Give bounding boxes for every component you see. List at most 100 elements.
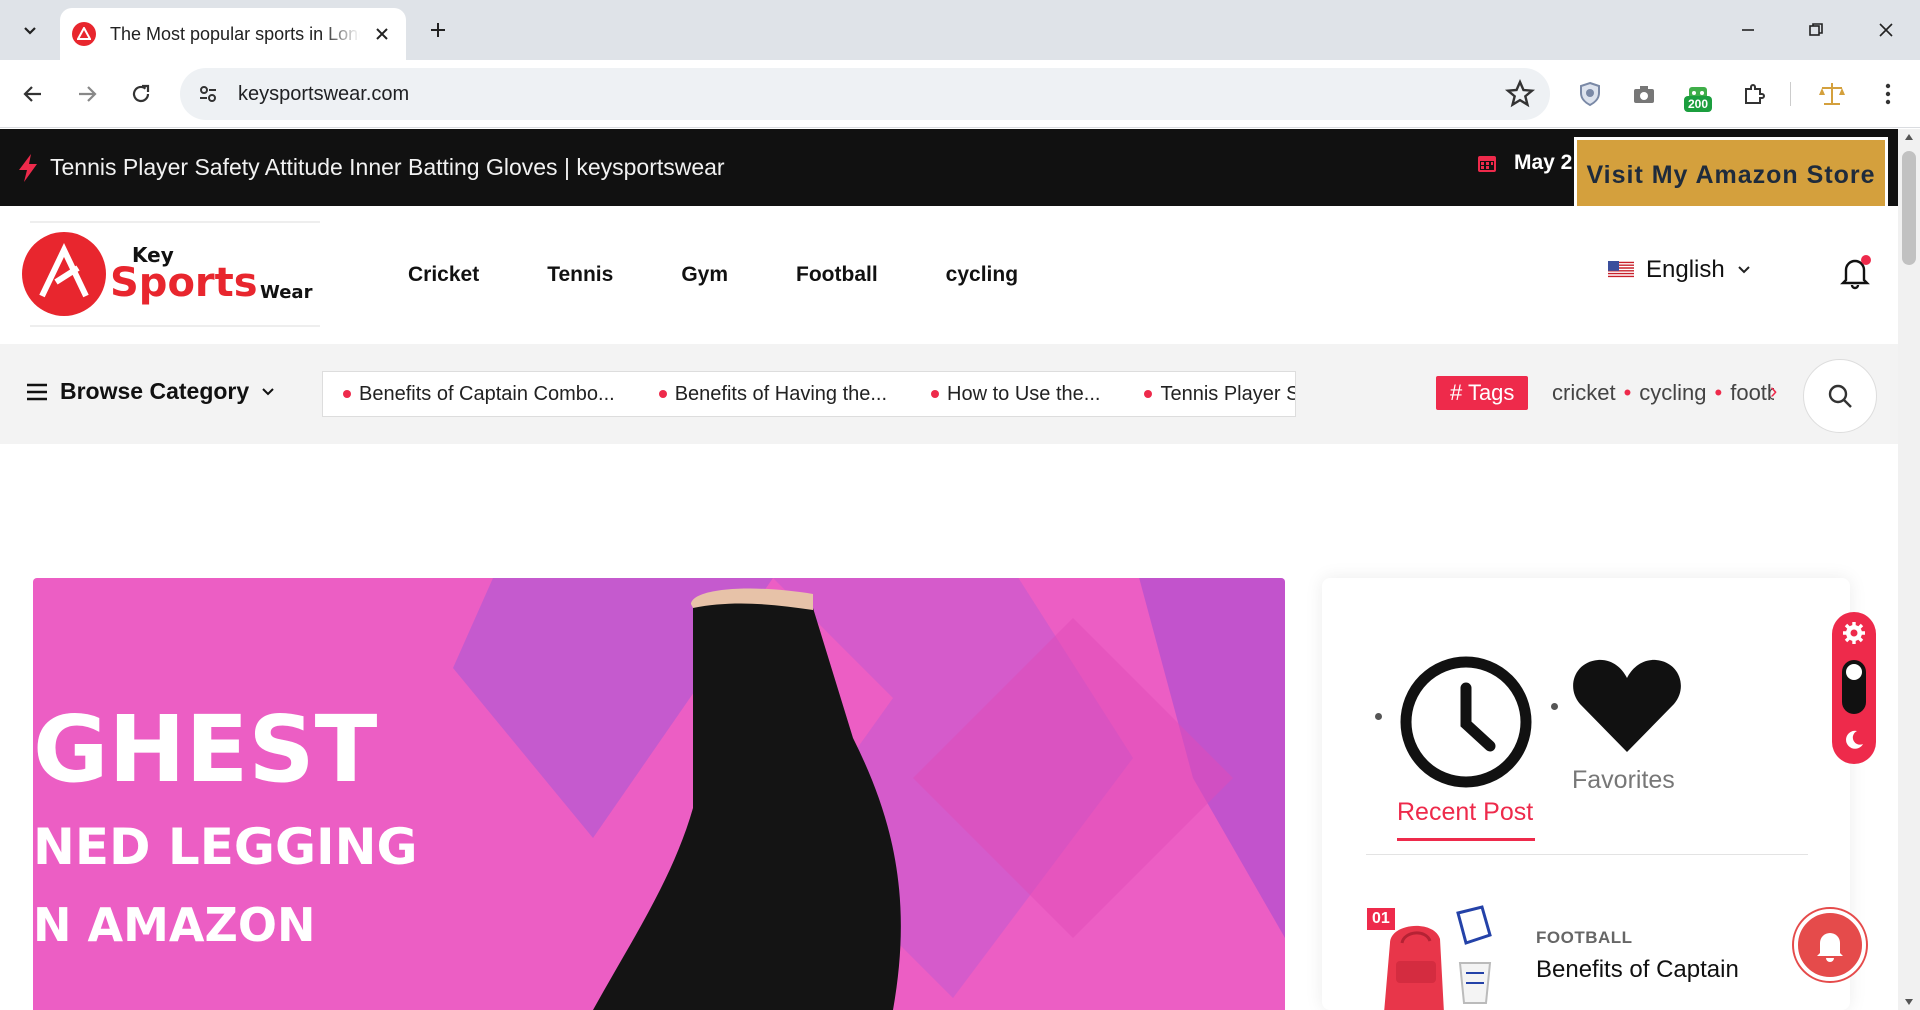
scroll-down-arrow-icon[interactable] — [1904, 998, 1914, 1006]
minimize-button[interactable] — [1728, 10, 1768, 50]
active-tab[interactable]: The Most popular sports in London — [60, 8, 406, 60]
active-tab-underline — [1397, 838, 1535, 841]
amazon-store-button[interactable]: Visit My Amazon Store — [1574, 137, 1888, 213]
gear-icon — [1843, 622, 1865, 644]
chevron-down-icon — [24, 27, 36, 35]
recent-post-label: Recent Post — [1397, 798, 1534, 826]
hero-heading-line: N AMAZON — [33, 898, 316, 952]
hero-banner[interactable]: GHEST NED LEGGING N AMAZON — [33, 578, 1285, 1010]
search-icon — [1828, 384, 1852, 408]
browse-category-label: Browse Category — [60, 378, 250, 404]
url-text: keysportswear.com — [238, 82, 410, 105]
divider — [1366, 854, 1808, 855]
nav-gym[interactable]: Gym — [681, 263, 728, 287]
category-bar: Browse Category Benefits of Captain Comb… — [0, 344, 1898, 444]
site-logo[interactable]: Key Sports Wear — [20, 216, 320, 332]
tab-dot — [1375, 713, 1382, 720]
dark-mode-toggle[interactable] — [1842, 660, 1866, 714]
dark-mode-button[interactable] — [1832, 726, 1876, 754]
tags-list: cricket• cycling• football — [1552, 380, 1774, 406]
privacy-extension-button[interactable] — [1570, 74, 1610, 114]
counter-extension-button[interactable]: 200 — [1678, 74, 1718, 114]
camera-icon — [1634, 86, 1654, 103]
ticker-item[interactable]: Benefits of Captain Combo... — [343, 383, 615, 406]
back-button[interactable] — [12, 73, 54, 115]
forward-button[interactable] — [66, 73, 108, 115]
post-category[interactable]: FOOTBALL — [1536, 928, 1633, 948]
menu-icon — [27, 383, 47, 400]
shield-icon — [1580, 81, 1600, 107]
search-button[interactable] — [1803, 359, 1877, 433]
svg-text:Sports: Sports — [110, 260, 258, 306]
scale-icon — [1819, 83, 1845, 105]
nav-tennis[interactable]: Tennis — [547, 263, 613, 287]
new-tab-button[interactable] — [420, 12, 456, 48]
bolt-icon — [19, 153, 37, 182]
flag-icon — [1608, 261, 1634, 279]
notification-bell-button[interactable] — [1838, 254, 1872, 290]
ticker-item[interactable]: Benefits of Having the... — [658, 383, 887, 406]
top-headline-link[interactable]: Tennis Player Safety Attitude Inner Batt… — [50, 154, 725, 181]
tab-close-button[interactable] — [370, 22, 394, 46]
nav-football[interactable]: Football — [796, 263, 878, 287]
restore-icon — [1809, 23, 1823, 36]
scrollbar-thumb[interactable] — [1902, 151, 1916, 265]
plus-icon — [431, 23, 445, 37]
close-icon — [376, 28, 388, 40]
scroll-up-arrow-icon[interactable] — [1904, 133, 1914, 141]
reload-button[interactable] — [120, 73, 162, 115]
puzzle-icon — [1745, 84, 1765, 104]
tag-football[interactable]: football — [1730, 380, 1774, 406]
main-nav: Cricket Tennis Gym Football cycling — [408, 206, 1086, 344]
hero-heading-line: GHEST — [33, 696, 378, 803]
toolbar-divider — [1790, 82, 1791, 106]
extension-badge: 200 — [1684, 96, 1713, 112]
bookmark-star-button[interactable] — [1504, 78, 1536, 115]
ticker-item[interactable]: How to Use the... — [931, 383, 1100, 406]
bell-icon — [1840, 255, 1871, 290]
star-icon — [1504, 78, 1536, 108]
close-window-button[interactable] — [1866, 10, 1906, 50]
language-selector[interactable]: English — [1608, 256, 1751, 284]
heart-icon — [1573, 659, 1681, 752]
tab-search-button[interactable] — [12, 12, 48, 48]
restore-button[interactable] — [1796, 10, 1836, 50]
news-ticker: Benefits of Captain Combo... Benefits of… — [322, 371, 1296, 417]
browse-category-dropdown[interactable]: Browse Category — [26, 378, 275, 405]
calendar-icon — [1478, 156, 1496, 172]
tags-next-button[interactable]: › — [1770, 378, 1777, 404]
post-title[interactable]: Benefits of Captain — [1536, 956, 1739, 984]
nav-cycling[interactable]: cycling — [946, 263, 1018, 287]
browser-tabstrip: The Most popular sports in London — [0, 0, 1920, 60]
site-header: Key Sports Wear Cricket Tennis Gym Footb… — [0, 206, 1898, 344]
screenshot-extension-button[interactable] — [1624, 74, 1664, 114]
hero-heading-line: NED LEGGING — [33, 818, 418, 876]
date-text: May 2 — [1514, 151, 1573, 174]
ticker-item[interactable]: Tennis Player Safety — [1144, 383, 1295, 406]
post-rank-badge: 01 — [1367, 908, 1395, 930]
legal-extension-button[interactable] — [1812, 74, 1852, 114]
tag-cycling[interactable]: cycling — [1639, 380, 1706, 406]
nav-cricket[interactable]: Cricket — [408, 263, 479, 287]
page-scrollbar[interactable] — [1898, 129, 1920, 1010]
browser-menu-button[interactable] — [1868, 74, 1908, 114]
site-favicon-icon — [72, 22, 96, 46]
floating-settings-widget — [1832, 612, 1876, 764]
push-notification-button[interactable] — [1794, 909, 1866, 981]
moon-icon — [1846, 730, 1863, 749]
language-label: English — [1646, 256, 1725, 283]
favorites-label: Favorites — [1572, 766, 1675, 794]
close-icon — [1879, 23, 1893, 37]
web-page: Tennis Player Safety Attitude Inner Batt… — [0, 129, 1898, 1010]
site-settings-icon[interactable] — [188, 74, 228, 114]
browser-toolbar: keysportswear.com 200 — [0, 60, 1920, 128]
address-bar[interactable]: keysportswear.com — [180, 68, 1550, 120]
extensions-button[interactable] — [1734, 74, 1774, 114]
tag-cricket[interactable]: cricket — [1552, 380, 1616, 406]
tags-label: # Tags — [1436, 376, 1529, 410]
reload-icon — [132, 84, 150, 103]
tab-title: The Most popular sports in London — [110, 23, 360, 44]
settings-button[interactable] — [1832, 620, 1876, 646]
forward-icon — [79, 86, 97, 102]
current-date: May 2 — [1476, 151, 1572, 175]
